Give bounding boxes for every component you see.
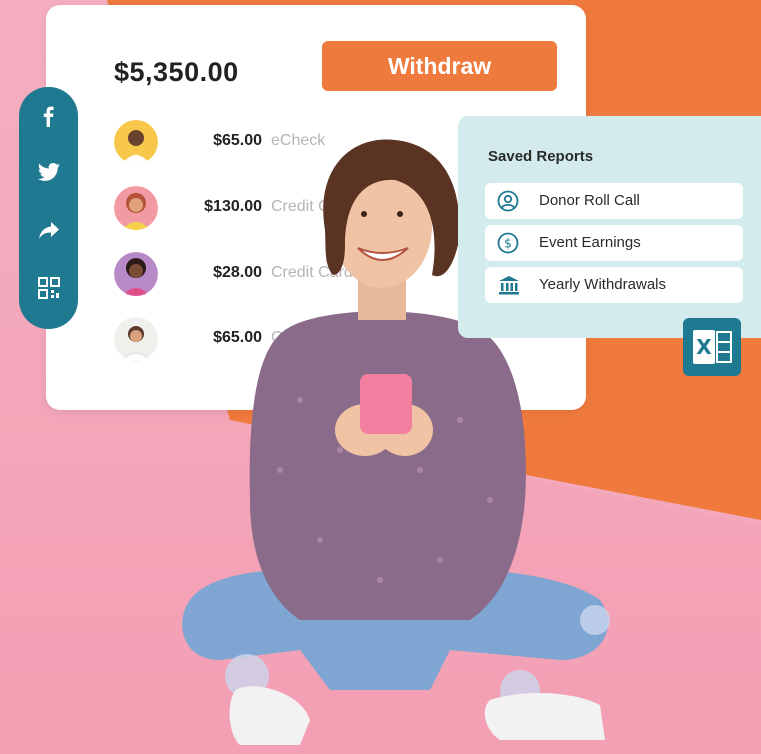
excel-icon[interactable]: X <box>683 318 741 376</box>
user-circle-icon <box>497 190 519 212</box>
report-item-label: Donor Roll Call <box>539 192 640 209</box>
dollar-circle-icon: $ <box>497 232 519 254</box>
svg-text:$: $ <box>504 237 512 251</box>
report-item-label: Yearly Withdrawals <box>539 276 666 293</box>
svg-text:X: X <box>696 335 712 359</box>
report-item-event-earnings[interactable]: $ Event Earnings <box>485 225 743 261</box>
saved-reports-title: Saved Reports <box>488 148 594 165</box>
woman-illustration <box>182 139 610 745</box>
saved-reports-panel: Saved Reports Donor Roll Call $ Event Ea… <box>458 116 761 338</box>
report-item-donor-roll-call[interactable]: Donor Roll Call <box>485 183 743 219</box>
report-item-yearly-withdrawals[interactable]: Yearly Withdrawals <box>485 267 743 303</box>
report-item-label: Event Earnings <box>539 234 641 251</box>
bank-icon <box>497 274 519 296</box>
